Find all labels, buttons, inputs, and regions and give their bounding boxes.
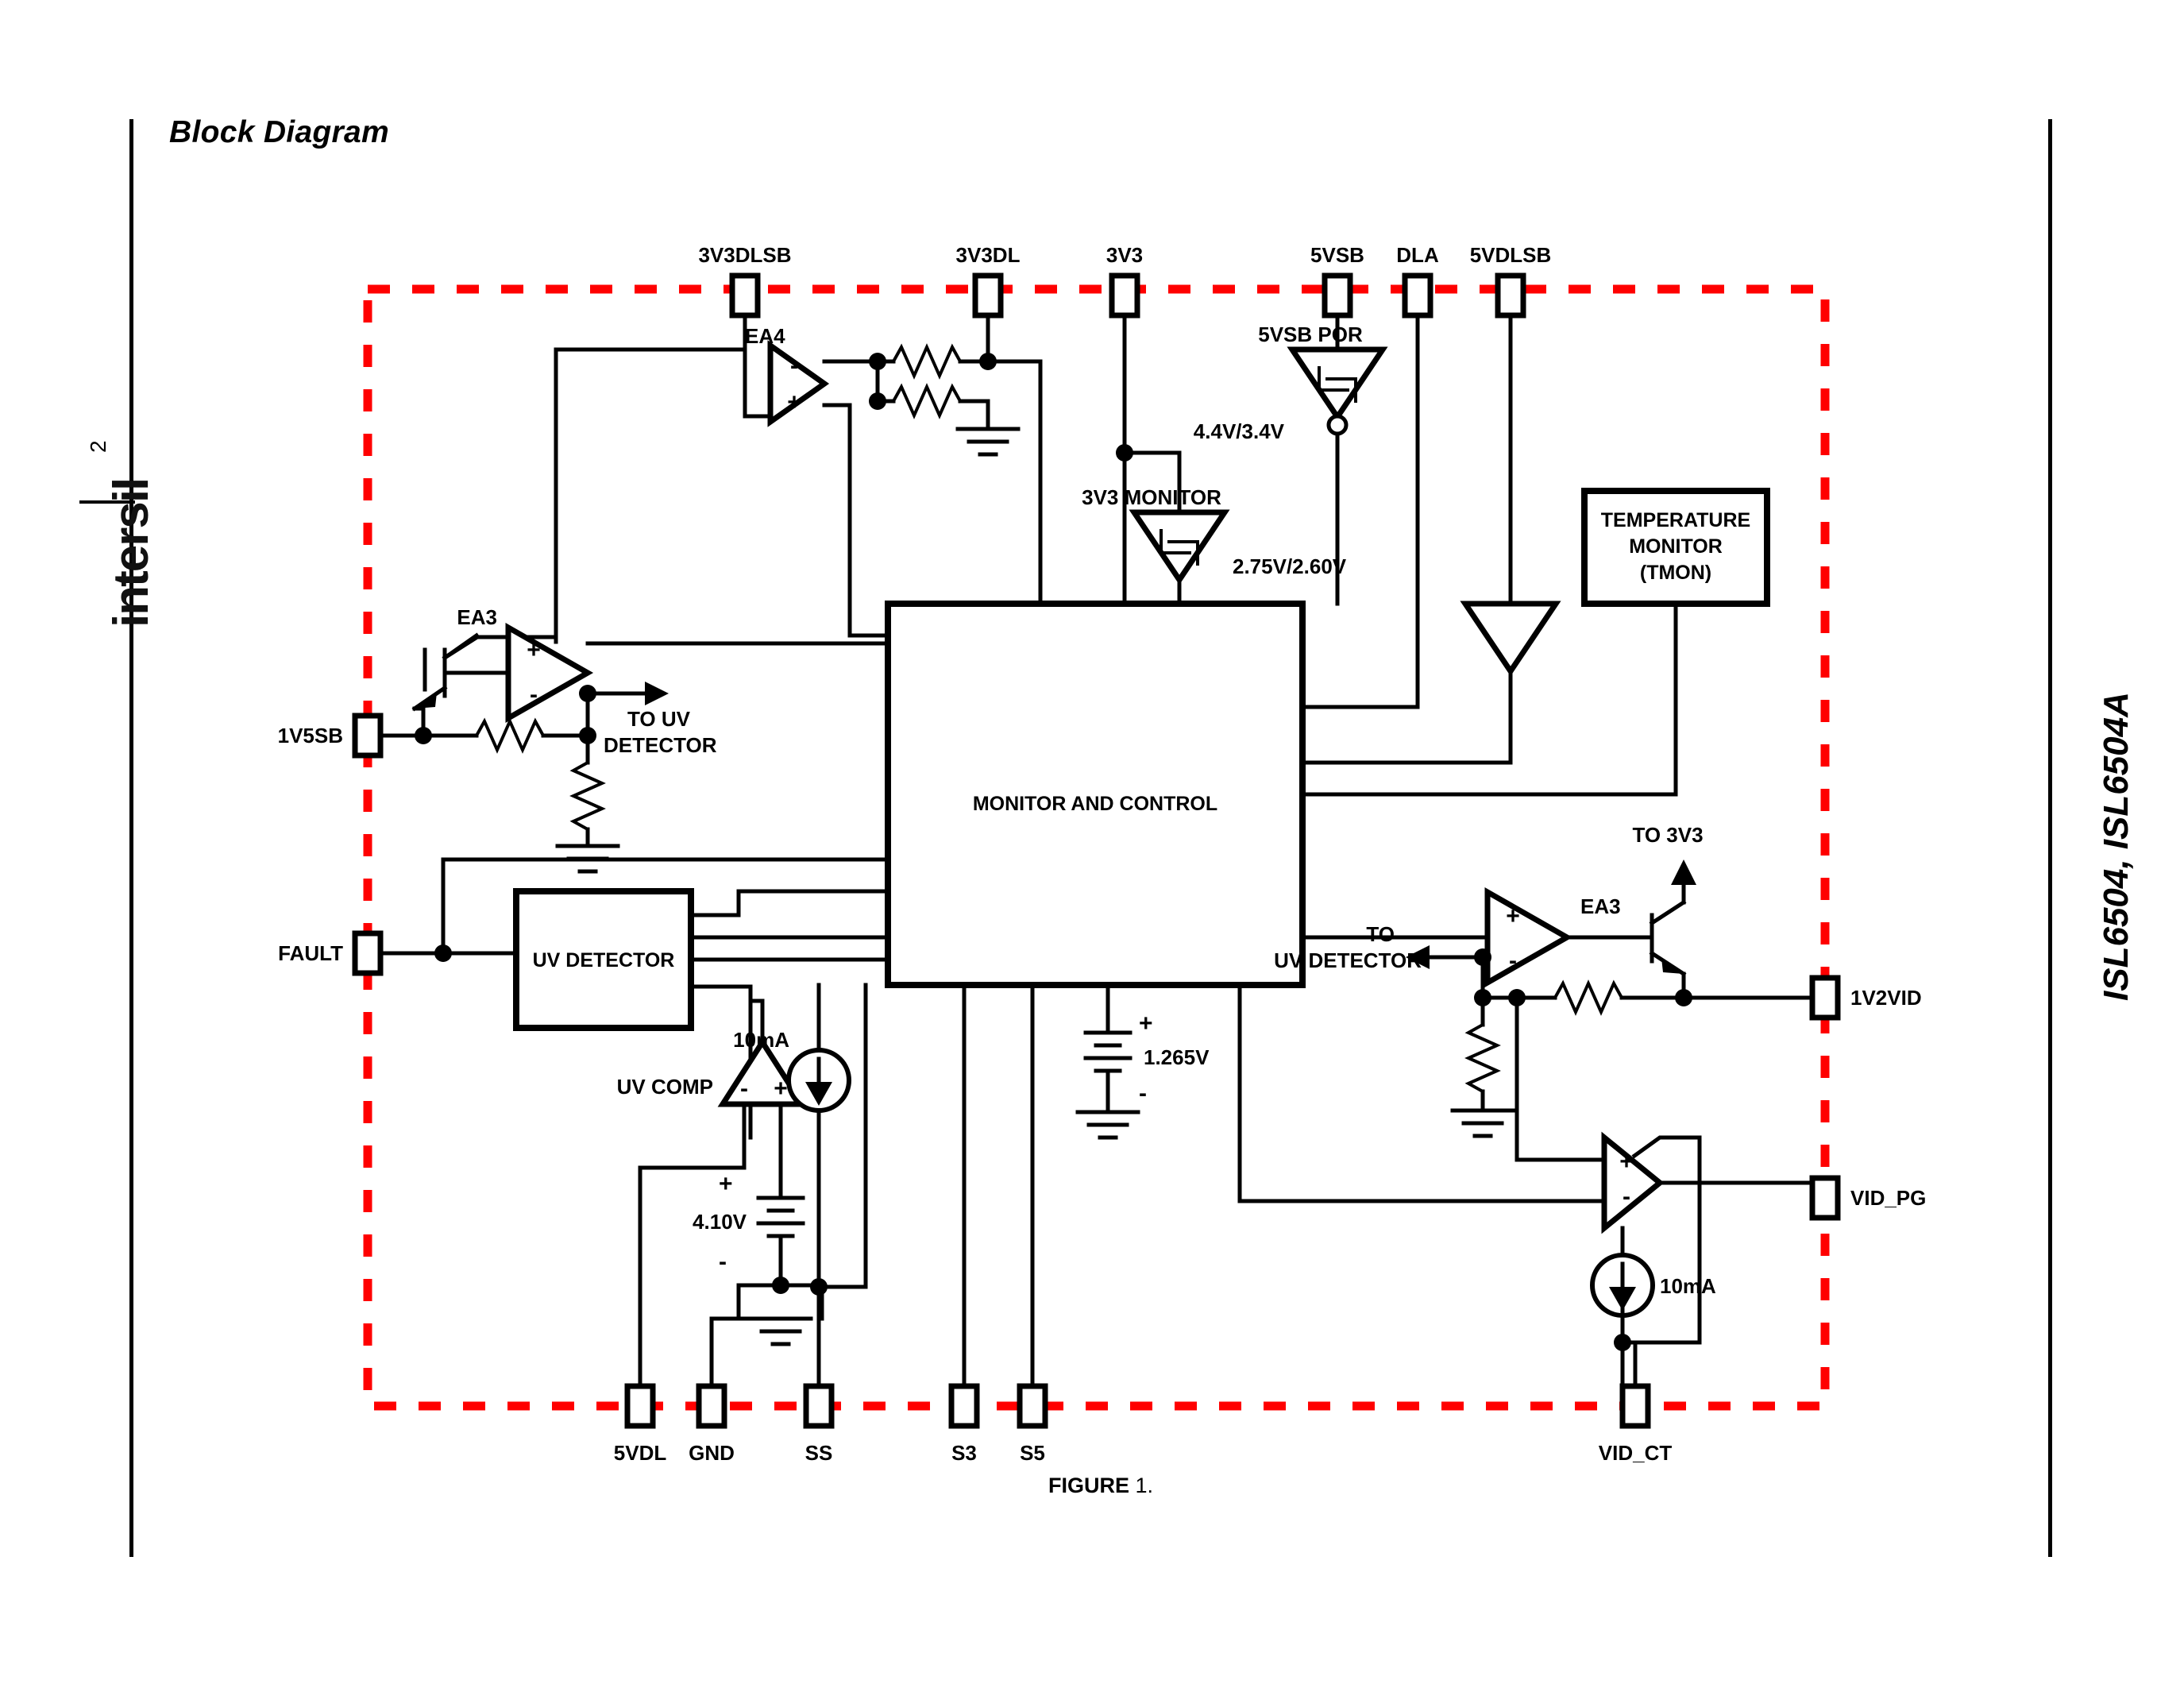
uv-comp-input-minus: -	[740, 1076, 748, 1102]
pin-label-5vdl: 5VDL	[614, 1441, 667, 1465]
amplifier-label-ea3-right: EA3	[1580, 894, 1621, 918]
pin-s3: S3	[948, 1383, 980, 1465]
comparator-5vsb-por: 5VSB POR 4.4V/3.4V	[1194, 323, 1388, 443]
pin-gnd: GND	[689, 1383, 735, 1465]
comparator-threshold-3v3-monitor: 2.75V/2.60V	[1233, 554, 1347, 578]
pin-vid-ct: VID_CT	[1599, 1383, 1673, 1465]
ground-symbol-ref1265	[1075, 1110, 1140, 1140]
pin-label-vid-pg: VID_PG	[1850, 1186, 1926, 1210]
pin-label-5vdlsb: 5VDLSB	[1470, 243, 1552, 267]
pin-label-1v2vid: 1V2VID	[1850, 986, 1922, 1010]
pin-ss: SS	[803, 1383, 835, 1465]
pin-label-s3: S3	[951, 1441, 977, 1465]
ground-symbol-ea4	[955, 427, 1021, 457]
annotation-to-3v3: TO 3V3	[1632, 823, 1703, 847]
pin-5vsb: 5VSB	[1310, 243, 1364, 319]
buffer-5vdlsb	[1460, 601, 1561, 677]
annotation-to-uv-detector-left: TO UV DETECTOR	[585, 682, 717, 757]
transistor-pnp-left	[411, 632, 511, 712]
comparator-3v3-monitor: 3V3 MONITOR 2.75V/2.60V	[1082, 485, 1347, 585]
vid-pg-input-minus: -	[1623, 1184, 1630, 1210]
to-uv-detector-left-line1: TO UV	[627, 707, 691, 731]
ea4-input-plus: +	[787, 389, 801, 415]
vid-pg-input-plus: +	[1619, 1149, 1634, 1175]
ground-symbol-1v2vid	[1450, 1108, 1515, 1138]
pin-label-5vsb: 5VSB	[1310, 243, 1364, 267]
pin-label-fault: FAULT	[278, 941, 343, 965]
uv-comp-input-plus: +	[774, 1076, 788, 1102]
pin-3v3dlsb: 3V3DLSB	[698, 243, 792, 319]
pin-5vdlsb: 5VDLSB	[1470, 243, 1552, 319]
ea4-input-minus: -	[790, 353, 798, 379]
ea3-right-input-minus: -	[1509, 948, 1517, 974]
pin-label-3v3: 3V3	[1106, 243, 1143, 267]
pin-label-gnd: GND	[689, 1441, 735, 1465]
pin-label-3v3dlsb: 3V3DLSB	[698, 243, 791, 267]
pin-1v2vid: 1V2VID	[1809, 975, 1922, 1021]
pin-label-s5: S5	[1020, 1441, 1045, 1465]
ground-symbol-ref410	[748, 1316, 813, 1346]
reference-4v10-minus: -	[719, 1249, 727, 1275]
datasheet-page: Block Diagram 2 intersil ISL6504, ISL650…	[0, 0, 2184, 1688]
ea3-left-input-plus: +	[527, 637, 541, 663]
ea3-left-input-minus: -	[530, 682, 538, 708]
current-source-vidct-value: 10mA	[1660, 1274, 1716, 1298]
block-temperature-monitor: TEMPERATURE MONITOR (TMON)	[1581, 488, 1770, 607]
ea3-right-input-plus: +	[1506, 903, 1520, 929]
current-source-ss-value: 10mA	[733, 1028, 789, 1052]
reference-1v265: + 1.265V -	[1083, 1010, 1210, 1107]
pin-s5: S5	[1017, 1383, 1048, 1465]
pin-vid-pg: VID_PG	[1809, 1175, 1926, 1221]
monitor-and-control-label: MONITOR AND CONTROL	[973, 793, 1217, 815]
reference-1v265-minus: -	[1139, 1080, 1147, 1107]
to-uv-detector-left-line2: DETECTOR	[604, 733, 717, 757]
amplifier-label-uv-comp: UV COMP	[617, 1075, 713, 1099]
reference-4v10: + 4.10V -	[693, 1171, 805, 1275]
pin-3v3: 3V3	[1106, 243, 1143, 319]
reference-4v10-value: 4.10V	[693, 1210, 747, 1234]
comparator-label-5vsb-por: 5VSB POR	[1258, 323, 1363, 346]
pin-1v5sb: 1V5SB	[278, 713, 384, 759]
temperature-monitor-line1: TEMPERATURE	[1601, 509, 1750, 531]
to-uv-detector-right-line1: TO	[1366, 922, 1395, 946]
block-uv-detector: UV DETECTOR	[513, 888, 694, 1031]
to-uv-detector-right-line2: UV DETECTOR	[1274, 948, 1422, 972]
transistor-npn-right: TO 3V3	[1632, 823, 1704, 977]
reference-1v265-plus: +	[1139, 1010, 1153, 1037]
pin-fault: FAULT	[278, 930, 384, 976]
pin-label-ss: SS	[805, 1441, 833, 1465]
pin-3v3dl: 3V3DL	[956, 243, 1021, 319]
pin-label-1v5sb: 1V5SB	[278, 724, 343, 747]
amplifier-label-ea3-left: EA3	[457, 605, 497, 629]
comparator-label-3v3-monitor: 3V3 MONITOR	[1082, 485, 1221, 509]
block-diagram-schematic: 3V3DLSB 3V3DL 3V3 5VSB DLA 5VDLSB 1V5SB …	[278, 243, 1927, 1465]
uv-detector-label: UV DETECTOR	[533, 949, 675, 971]
amplifier-ea3-left: EA3 + -	[457, 605, 594, 724]
pin-label-vid-ct: VID_CT	[1599, 1441, 1673, 1465]
pin-dla: DLA	[1396, 243, 1439, 319]
temperature-monitor-line2: MONITOR	[1629, 535, 1723, 558]
block-monitor-and-control: MONITOR AND CONTROL	[885, 601, 1306, 988]
pin-label-dla: DLA	[1396, 243, 1439, 267]
comparator-threshold-5vsb-por: 4.4V/3.4V	[1194, 419, 1285, 443]
amplifier-label-ea4: EA4	[745, 324, 785, 348]
reference-4v10-plus: +	[719, 1171, 733, 1197]
reference-1v265-value: 1.265V	[1144, 1045, 1210, 1069]
pin-5vdl: 5VDL	[614, 1383, 667, 1465]
temperature-monitor-line3: (TMON)	[1640, 562, 1711, 584]
pin-label-3v3dl: 3V3DL	[956, 243, 1021, 267]
amplifier-ea4: EA4 - +	[745, 324, 830, 427]
